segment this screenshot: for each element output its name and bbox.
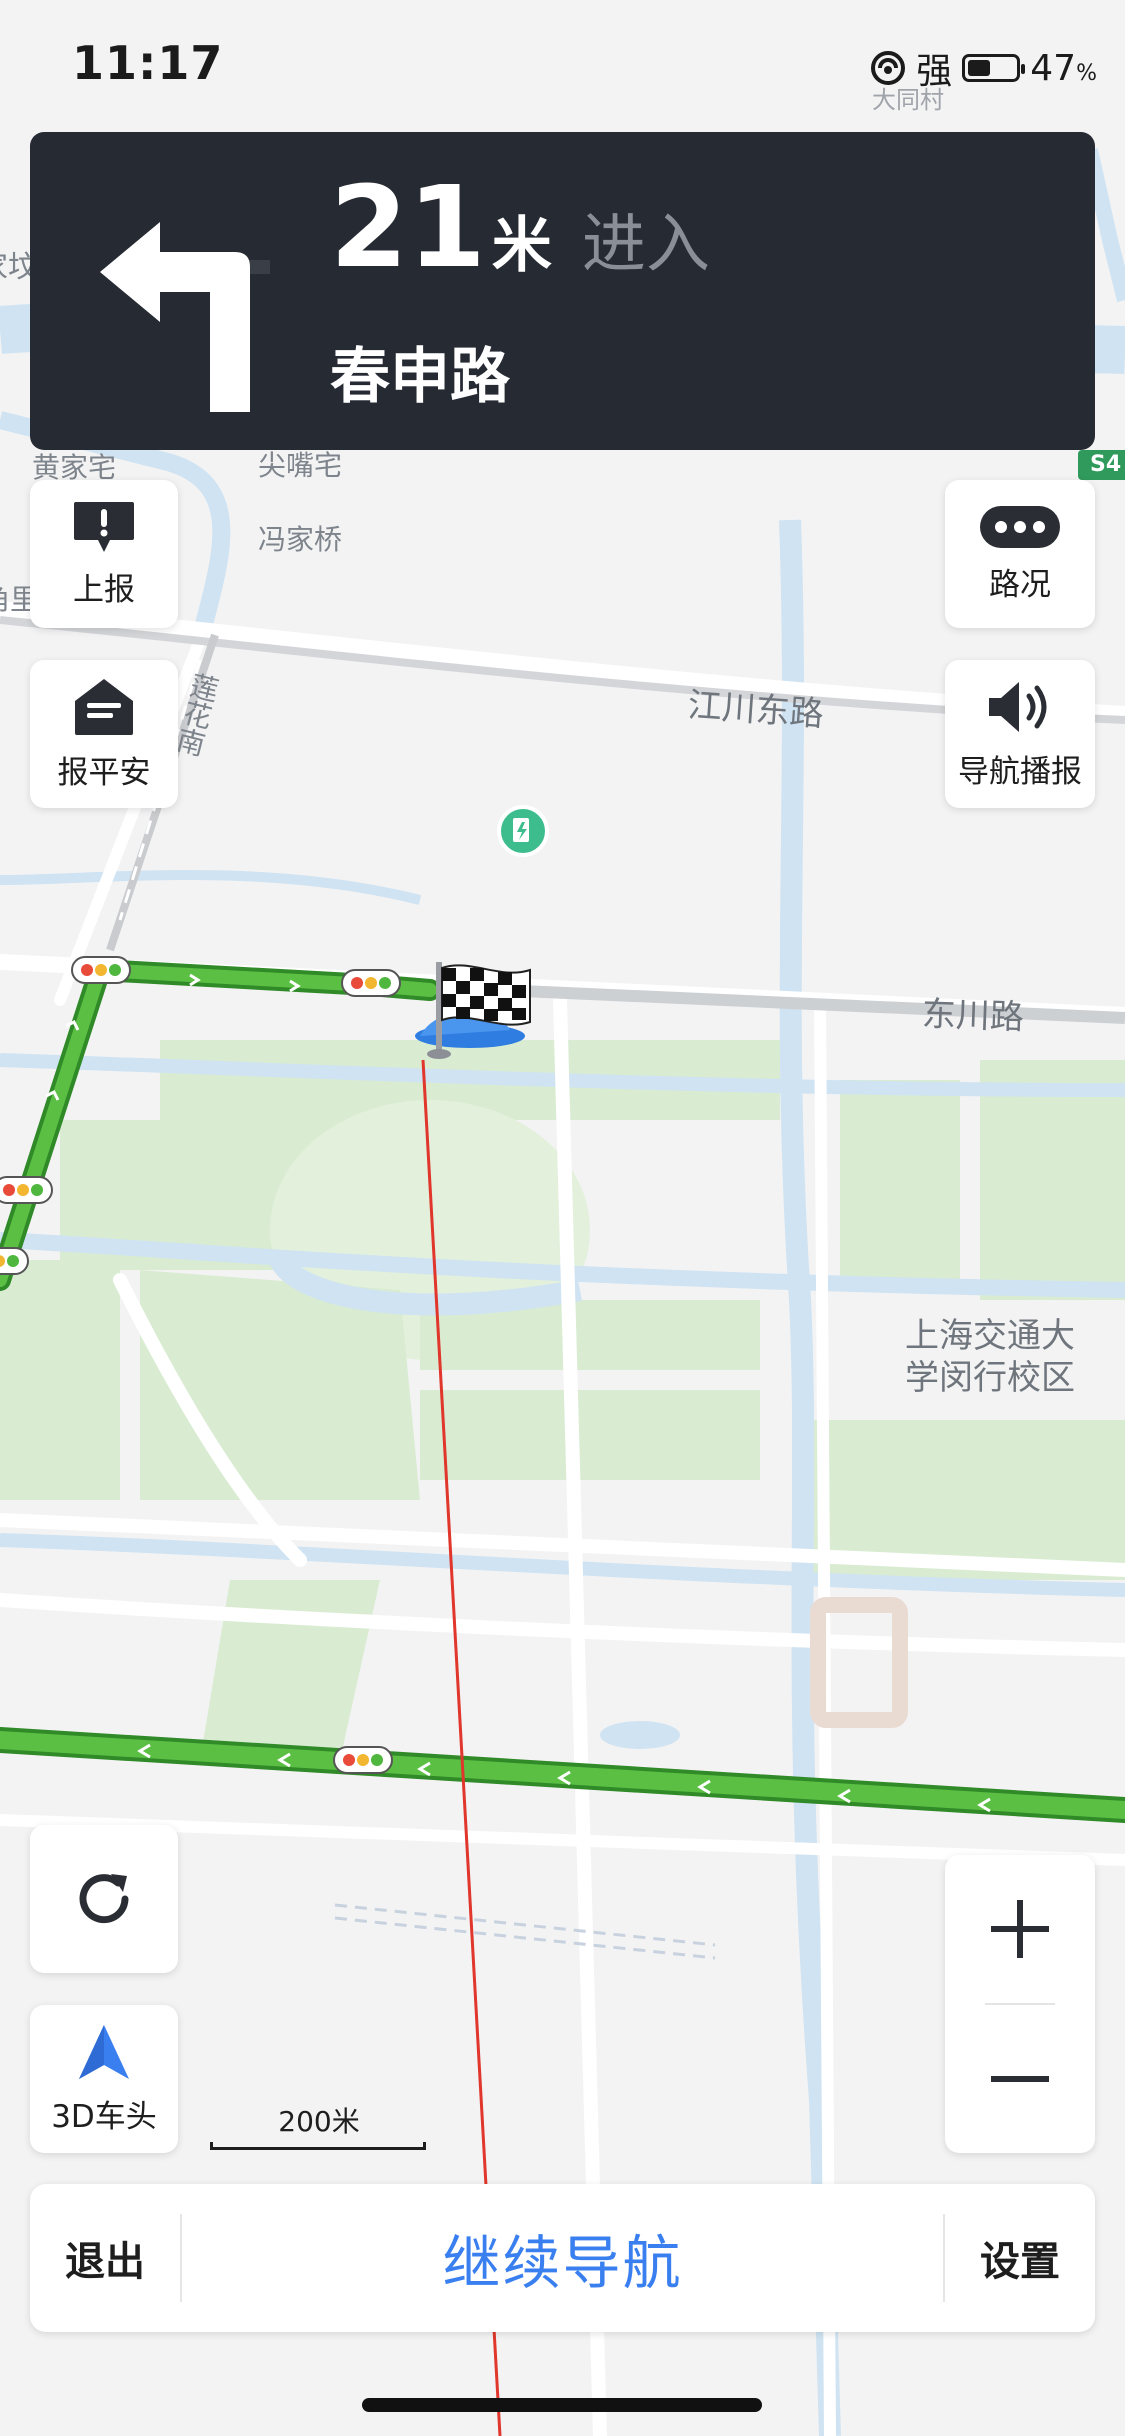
bottom-action-bar: 退出 继续导航 设置: [30, 2184, 1095, 2332]
scale-bar: 200米: [210, 2100, 428, 2154]
distance-readout: 21 米 进入: [330, 172, 710, 285]
speaker-icon: [989, 681, 1047, 732]
traffic-light-icon: [71, 956, 131, 984]
distance-unit: 米: [491, 211, 552, 281]
highway-shield-label: S4: [1090, 452, 1122, 477]
report-alert-icon: [74, 501, 134, 552]
nfc-signal-icon: [871, 51, 906, 85]
navigation-arrow-icon: [79, 2024, 129, 2079]
view-mode-label: 3D车头: [51, 2098, 157, 2135]
reroute-button[interactable]: [30, 1825, 178, 1973]
next-road-name: 春申路: [330, 342, 510, 412]
traffic-button[interactable]: 路况: [945, 480, 1095, 628]
traffic-light-icon: [333, 1746, 393, 1774]
voice-broadcast-button[interactable]: 导航播报: [945, 660, 1095, 808]
road-label-dongchuan: 东川路: [921, 994, 1025, 1038]
exit-button[interactable]: 退出: [30, 2184, 180, 2332]
envelope-icon: [75, 678, 133, 735]
status-time: 11:17: [72, 36, 224, 90]
maneuver-action: 进入: [581, 208, 710, 282]
zoom-in-button[interactable]: [945, 1855, 1095, 2003]
zoom-out-button[interactable]: [945, 2005, 1095, 2153]
refresh-icon: [79, 1874, 129, 1924]
scale-label: 200米: [278, 2105, 360, 2138]
continue-navigation-button[interactable]: 继续导航: [182, 2184, 943, 2332]
report-button[interactable]: 上报: [30, 480, 178, 628]
turn-guidance-panel[interactable]: 21 米 进入 春申路: [30, 132, 1095, 450]
settings-button[interactable]: 设置: [945, 2184, 1095, 2332]
road-label-jiangchuan: 江川东路: [686, 685, 825, 735]
battery-icon: [962, 54, 1026, 82]
distance-value: 21: [330, 163, 486, 293]
safety-report-button[interactable]: 报平安: [30, 660, 178, 808]
report-label: 上报: [73, 571, 135, 608]
more-dots-icon: [980, 505, 1060, 548]
safety-report-label: 报平安: [57, 754, 151, 791]
plus-icon: [991, 1900, 1049, 1958]
map-label: 冯家桥: [258, 523, 343, 556]
minus-icon: [991, 2076, 1049, 2082]
traffic-light-icon: [0, 1247, 29, 1275]
home-indicator[interactable]: [362, 2398, 762, 2412]
turn-left-arrow-icon: [100, 222, 270, 412]
traffic-light-icon: [341, 969, 401, 997]
map-label: 尖嘴宅: [258, 449, 343, 482]
traffic-light-icon: [0, 1176, 53, 1204]
zoom-controls: [945, 1855, 1095, 2153]
battery-percent: 47: [1030, 47, 1077, 89]
poi-label-sjtu-2: 学闵行校区: [905, 1358, 1075, 1398]
status-indicators: 强 47%: [870, 42, 1097, 94]
traffic-label: 路况: [989, 566, 1051, 603]
battery-unit: %: [1076, 60, 1097, 86]
charging-station-icon: [497, 805, 549, 857]
view-mode-button[interactable]: 3D车头: [30, 2005, 178, 2153]
signal-strength-text: 强: [916, 51, 953, 92]
scale-ruler: [210, 2142, 426, 2150]
status-bar: 11:17 强 47%: [0, 0, 1125, 120]
voice-broadcast-label: 导航播报: [958, 753, 1082, 790]
